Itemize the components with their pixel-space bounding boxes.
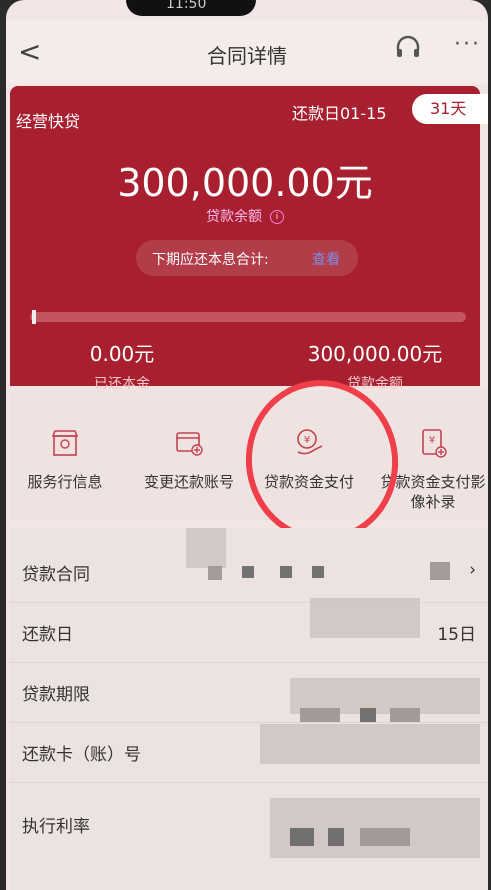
detail-key: 贷款期限 xyxy=(22,685,90,705)
svg-text:¥: ¥ xyxy=(429,435,435,446)
quick-action-label: 服务行信息 xyxy=(27,473,103,491)
more-menu-button[interactable]: ··· xyxy=(454,32,481,57)
progress-start-marker xyxy=(32,310,36,324)
next-payment-pill[interactable]: 下期应还本息合计: 查看 xyxy=(136,240,358,276)
repaid-principal-value: 0.00元 xyxy=(89,342,155,366)
contract-details-list: 贷款合同 › 还款日 15日 贷款期限 还款卡（账）号 执行利率 xyxy=(10,528,488,890)
redaction-mosaic xyxy=(360,828,410,846)
redaction-mosaic xyxy=(242,566,254,578)
next-payment-label: 下期应还本息合计: xyxy=(152,252,269,268)
product-name: 经营快贷 xyxy=(16,112,81,131)
card-edit-icon xyxy=(176,432,203,456)
redaction-mosaic xyxy=(280,566,292,578)
days-pill: 31天 xyxy=(412,94,488,124)
quick-action-label: 变更还款账号 xyxy=(143,473,234,491)
detail-key: 贷款合同 xyxy=(22,565,90,585)
redaction-mosaic xyxy=(186,528,226,568)
redaction-mosaic xyxy=(260,724,480,764)
detail-key: 还款卡（账）号 xyxy=(22,745,141,765)
detail-key: 还款日 xyxy=(22,625,73,645)
redaction-mosaic xyxy=(312,566,324,578)
redaction-mosaic xyxy=(430,562,450,580)
top-navigation-bar: < 合同详情 ··· xyxy=(6,20,488,84)
redaction-mosaic xyxy=(310,598,420,638)
detail-value: 15日 xyxy=(437,625,476,645)
quick-action-service-branch[interactable]: 服务行信息 xyxy=(10,426,120,492)
yuan-document-icon: ¥ xyxy=(422,429,447,458)
redaction-mosaic xyxy=(300,708,340,722)
loan-amount-value: 300,000.00元 xyxy=(307,342,443,366)
redaction-mosaic xyxy=(390,708,420,722)
redaction-mosaic xyxy=(360,708,376,722)
balance-label: 贷款余额 xyxy=(206,209,262,225)
headset-icon[interactable] xyxy=(394,34,422,62)
loan-summary-card: 经营快贷 还款日01-15 31天 300,000.00元 贷款余额 i 下期应还… xyxy=(10,86,488,392)
balance-amount: 300,000.00元 xyxy=(117,161,373,205)
repayment-progress-bar xyxy=(30,312,466,322)
repay-day-label: 还款日01-15 xyxy=(292,104,387,123)
phone-screen: 11:50 < 合同详情 ··· 经营快贷 还款日01-15 31天 300,0… xyxy=(6,0,488,890)
quick-action-change-account[interactable]: 变更还款账号 xyxy=(134,426,244,492)
balance-label-row: 贷款余额 i xyxy=(10,206,480,226)
redaction-mosaic xyxy=(290,828,314,846)
repaid-principal-stat: 0.00元 已还本金 xyxy=(62,338,182,393)
bank-branch-icon xyxy=(51,430,79,456)
redaction-mosaic xyxy=(328,828,344,846)
view-next-payment-link[interactable]: 查看 xyxy=(312,249,340,269)
redaction-mosaic xyxy=(208,566,222,580)
detail-key: 执行利率 xyxy=(22,817,90,837)
status-time: 11:50 xyxy=(166,0,207,12)
info-icon[interactable]: i xyxy=(270,210,284,224)
chevron-right-icon: › xyxy=(469,560,476,580)
